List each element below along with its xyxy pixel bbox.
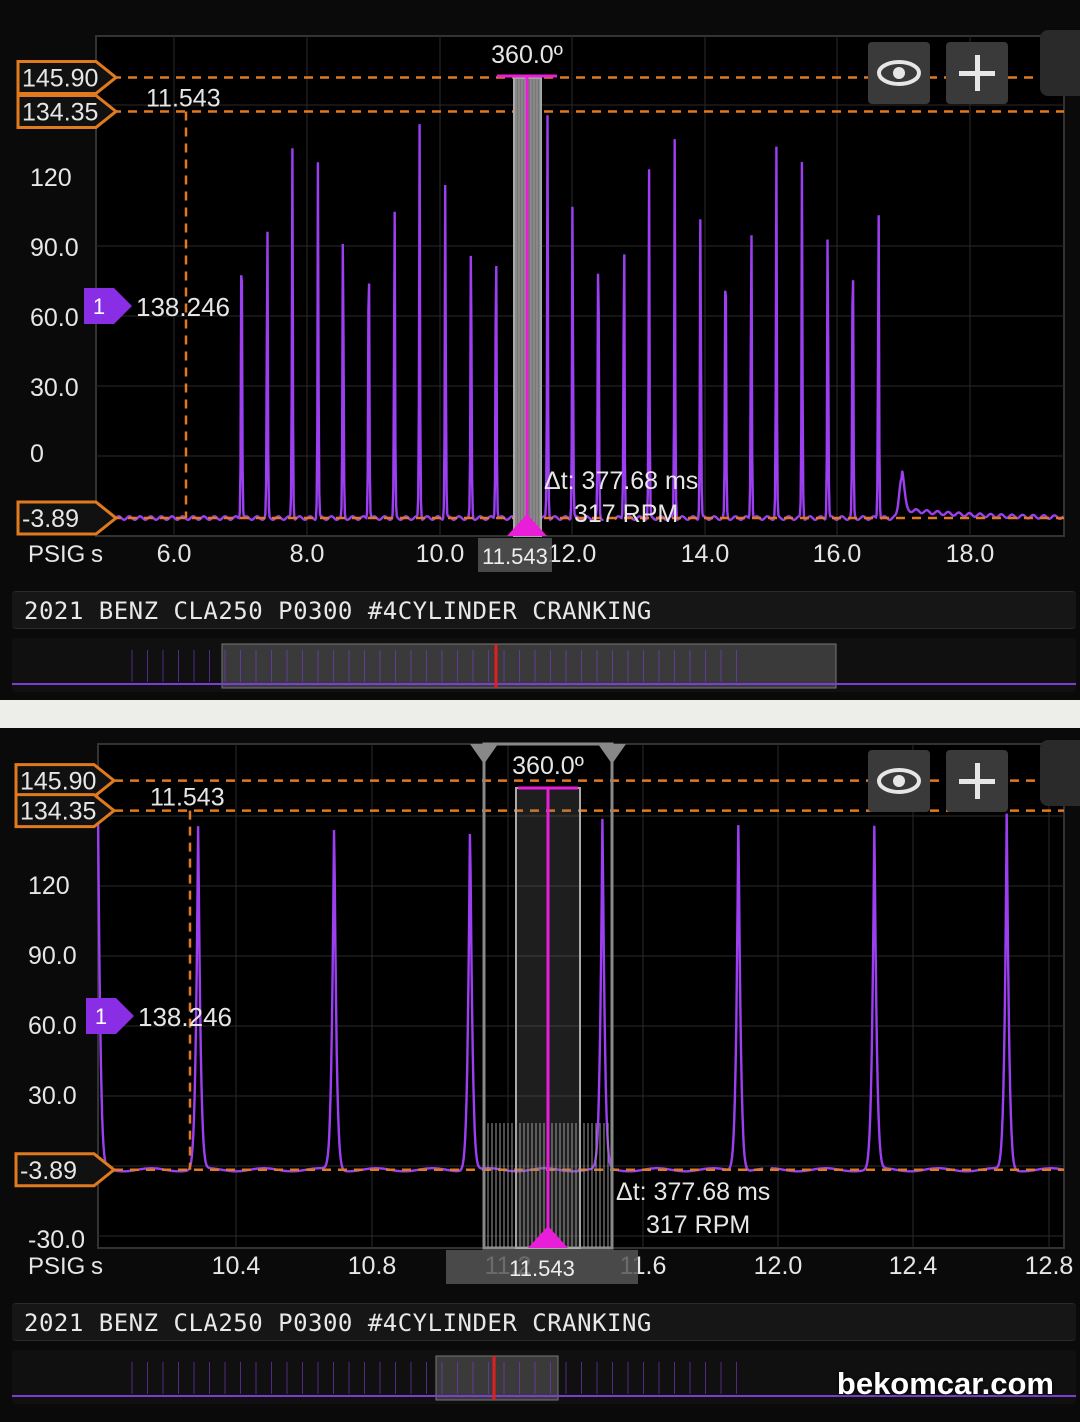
y-tick-label: 60.0: [28, 1012, 77, 1040]
phase-angle-label: 360.0º: [512, 752, 584, 780]
waveform-chart-bottom[interactable]: 15012090.060.030.00-30.010.410.811.211.6…: [0, 728, 1080, 1304]
channel-badge-number: 1: [93, 294, 105, 319]
phase-angle-label: 360.0º: [491, 41, 563, 69]
x-tick-label: 12.4: [889, 1252, 938, 1280]
y-tick-label: 30.0: [30, 374, 79, 402]
time-marker-value: 11.543: [482, 544, 548, 569]
eye-icon: [877, 768, 921, 794]
trace-caption: 2021 BENZ CLA250 P0300 #4CYLINDER CRANKI…: [12, 1303, 1076, 1341]
delta-time-readout: Δt: 377.68 ms: [544, 467, 698, 495]
overview-scrollbar[interactable]: [12, 638, 1076, 692]
rpm-readout: 317 RPM: [646, 1211, 750, 1239]
x-tick-label: 18.0: [946, 540, 995, 568]
y-tick-label: 120: [28, 872, 70, 900]
overview-viewport: [221, 643, 837, 689]
y-tick-label: 90.0: [30, 234, 79, 262]
cursor-tag-value: 145.90: [22, 64, 98, 92]
side-panel-handle[interactable]: [1040, 30, 1080, 96]
unit-label: PSIG: [28, 1253, 85, 1280]
add-button[interactable]: [946, 42, 1008, 104]
x-tick-label: 12.0: [754, 1252, 803, 1280]
cursor-tag-value: 134.35: [22, 98, 98, 126]
time-marker-value: 11.543: [509, 1256, 575, 1281]
y-tick-label: -30.0: [28, 1226, 85, 1254]
channel-value: 138.246: [138, 1002, 232, 1032]
vertical-cursor-value: 11.543: [146, 84, 221, 112]
vertical-cursor-value: 11.543: [150, 784, 225, 812]
x-tick-label: 16.0: [813, 540, 862, 568]
scope-panel-bottom: 15012090.060.030.00-30.010.410.811.211.6…: [0, 728, 1080, 1422]
unit-label: PSIG: [28, 541, 85, 568]
x-tick-label: 6.0: [157, 540, 192, 568]
overview-track: [12, 643, 1076, 689]
cursor-tag-value: 134.35: [20, 798, 96, 826]
y-tick-label: 120: [30, 164, 72, 192]
x-tick-label: 12.8: [1025, 1252, 1074, 1280]
rpm-readout: 317 RPM: [574, 500, 678, 528]
panel-divider: [0, 700, 1080, 728]
channel-value: 138.246: [136, 292, 230, 322]
time-unit-label: s: [91, 1253, 103, 1280]
plus-icon: [959, 763, 995, 799]
trace-caption: 2021 BENZ CLA250 P0300 #4CYLINDER CRANKI…: [12, 591, 1076, 629]
cursor-tag-value: 145.90: [20, 768, 96, 796]
eye-icon: [877, 60, 921, 86]
side-panel-handle[interactable]: [1040, 740, 1080, 806]
visibility-button[interactable]: [868, 750, 930, 812]
cursor-tag-value: -3.89: [20, 1157, 77, 1185]
cursor-tag-value: -3.89: [22, 505, 79, 533]
y-tick-label: 30.0: [28, 1082, 77, 1110]
x-tick-label: 14.0: [681, 540, 730, 568]
time-unit-label: s: [91, 541, 103, 568]
channel-badge-number: 1: [95, 1004, 107, 1029]
y-tick-label: 0: [30, 440, 44, 468]
x-tick-label: 10.8: [348, 1252, 397, 1280]
overview-viewport: [435, 1355, 559, 1401]
y-tick-label: 90.0: [28, 942, 77, 970]
plus-icon: [959, 55, 995, 91]
x-tick-label: 10.0: [416, 540, 465, 568]
x-tick-label: 8.0: [290, 540, 325, 568]
x-tick-label: 10.4: [212, 1252, 261, 1280]
x-tick-label: 12.0: [548, 540, 597, 568]
delta-time-readout: Δt: 377.68 ms: [616, 1178, 770, 1206]
y-tick-label: 60.0: [30, 304, 79, 332]
visibility-button[interactable]: [868, 42, 930, 104]
add-button[interactable]: [946, 750, 1008, 812]
scope-panel-top: 15012090.060.030.006.08.010.012.014.016.…: [0, 0, 1080, 700]
watermark-text: bekomcar.com: [836, 1366, 1054, 1401]
